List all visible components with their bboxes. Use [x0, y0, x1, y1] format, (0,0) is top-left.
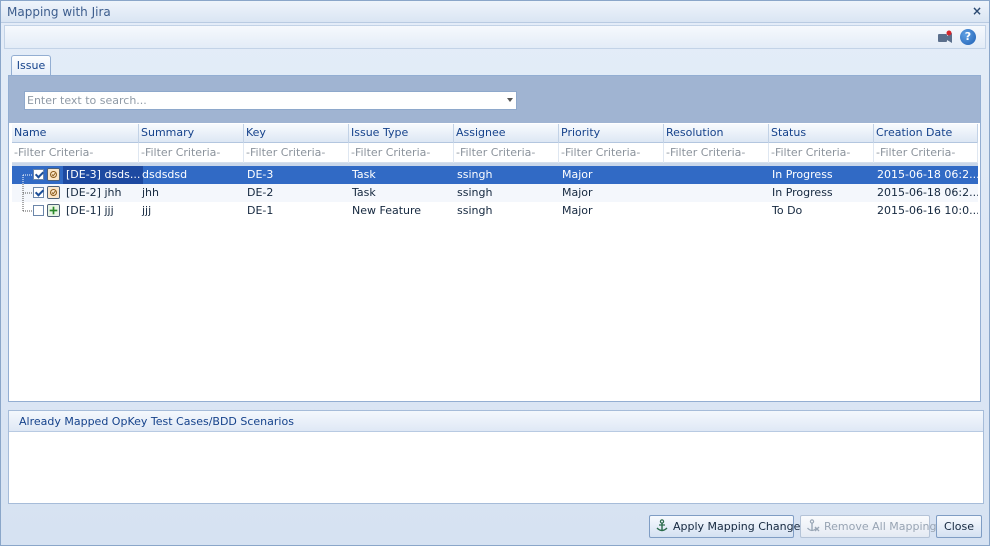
- apply-mapping-label: Apply Mapping Changes: [673, 520, 807, 533]
- table-row[interactable]: [DE-2] jhh jhh DE-2 Task ssingh Major In…: [12, 184, 978, 202]
- cell-creation-date: 2015-06-18 06:2...: [877, 168, 978, 181]
- close-icon[interactable]: ×: [972, 4, 982, 18]
- cell-issue-type: New Feature: [352, 204, 422, 217]
- row-checkbox[interactable]: [33, 187, 44, 198]
- cell-assignee: ssingh: [457, 204, 493, 217]
- already-mapped-panel: Already Mapped OpKey Test Cases/BDD Scen…: [8, 410, 984, 504]
- cell-summary: jhh: [142, 186, 159, 199]
- cell-name: [DE-2] jhh: [66, 186, 122, 199]
- column-header-resolution[interactable]: Resolution: [664, 124, 769, 143]
- cell-issue-type: Task: [352, 186, 376, 199]
- cell-key: DE-1: [247, 204, 274, 217]
- tab-issue[interactable]: Issue: [11, 55, 51, 75]
- column-header-assignee[interactable]: Assignee: [454, 124, 559, 143]
- filter-status[interactable]: -Filter Criteria-: [769, 143, 874, 163]
- cell-issue-type: Task: [352, 168, 376, 181]
- cell-name: [DE-3] dsds...: [63, 166, 144, 184]
- window-title: Mapping with Jira: [7, 5, 111, 19]
- filter-name[interactable]: -Filter Criteria-: [12, 143, 139, 163]
- filter-assignee[interactable]: -Filter Criteria-: [454, 143, 559, 163]
- column-header-name[interactable]: Name: [12, 124, 139, 143]
- cell-creation-date: 2015-06-16 10:0...: [877, 204, 978, 217]
- task-icon: [47, 186, 60, 199]
- cell-summary: dsdsdsd: [142, 168, 188, 181]
- cell-creation-date: 2015-06-18 06:2...: [877, 186, 978, 199]
- filter-resolution[interactable]: -Filter Criteria-: [664, 143, 769, 163]
- column-header-priority[interactable]: Priority: [559, 124, 664, 143]
- cell-status: To Do: [772, 204, 803, 217]
- cell-priority: Major: [562, 168, 593, 181]
- anchor-remove-icon: [807, 519, 820, 532]
- cell-assignee: ssingh: [457, 186, 493, 199]
- column-header-status[interactable]: Status: [769, 124, 874, 143]
- cell-name: [DE-1] jjj: [66, 204, 114, 217]
- chevron-down-icon[interactable]: [507, 98, 513, 102]
- issues-grid: Name Summary Key Issue Type Assignee Pri…: [12, 124, 978, 400]
- already-mapped-list[interactable]: [10, 433, 982, 503]
- grid-filter-row: -Filter Criteria- -Filter Criteria- -Fil…: [12, 143, 978, 163]
- column-header-issue-type[interactable]: Issue Type: [349, 124, 454, 143]
- mapping-window: Mapping with Jira × ? Issue Name Summary…: [0, 0, 990, 546]
- cell-summary: jjj: [142, 204, 152, 217]
- remove-all-mappings-button[interactable]: Remove All Mappings: [800, 515, 942, 538]
- remove-all-mappings-label: Remove All Mappings: [824, 520, 943, 533]
- apply-mapping-button[interactable]: Apply Mapping Changes: [649, 515, 806, 538]
- grid-header-row: Name Summary Key Issue Type Assignee Pri…: [12, 124, 978, 143]
- search-input[interactable]: [25, 92, 495, 109]
- cell-resolution: [664, 202, 769, 220]
- filter-key[interactable]: -Filter Criteria-: [244, 143, 349, 163]
- filter-creation-date[interactable]: -Filter Criteria-: [874, 143, 978, 163]
- toolbar: ?: [4, 25, 986, 49]
- search-box[interactable]: [24, 91, 517, 110]
- cell-priority: Major: [562, 186, 593, 199]
- cell-status: In Progress: [772, 168, 833, 181]
- cell-resolution: [664, 184, 769, 202]
- cell-status: In Progress: [772, 186, 833, 199]
- filter-summary[interactable]: -Filter Criteria-: [139, 143, 244, 163]
- row-checkbox[interactable]: [33, 169, 44, 180]
- column-header-creation-date[interactable]: Creation Date: [874, 124, 978, 143]
- already-mapped-header: Already Mapped OpKey Test Cases/BDD Scen…: [9, 411, 983, 432]
- table-row[interactable]: [DE-1] jjj jjj DE-1 New Feature ssingh M…: [12, 202, 978, 220]
- close-button[interactable]: Close: [936, 515, 982, 538]
- cell-key: DE-2: [247, 186, 274, 199]
- table-row[interactable]: [DE-3] dsds... dsdsdsd DE-3 Task ssingh …: [12, 166, 978, 184]
- search-band: [9, 76, 980, 123]
- column-header-summary[interactable]: Summary: [139, 124, 244, 143]
- new-feature-icon: [47, 204, 60, 217]
- help-icon[interactable]: ?: [960, 29, 976, 45]
- cell-key: DE-3: [247, 168, 274, 181]
- issue-tab-panel: Name Summary Key Issue Type Assignee Pri…: [8, 75, 981, 402]
- filter-issue-type[interactable]: -Filter Criteria-: [349, 143, 454, 163]
- row-checkbox[interactable]: [33, 205, 44, 216]
- task-icon: [47, 168, 60, 181]
- cell-priority: Major: [562, 204, 593, 217]
- column-header-key[interactable]: Key: [244, 124, 349, 143]
- filter-priority[interactable]: -Filter Criteria-: [559, 143, 664, 163]
- cell-resolution: [664, 166, 769, 184]
- anchor-icon: [656, 519, 668, 532]
- cell-assignee: ssingh: [457, 168, 493, 181]
- title-bar: Mapping with Jira ×: [1, 1, 989, 23]
- video-camera-icon[interactable]: [937, 30, 953, 44]
